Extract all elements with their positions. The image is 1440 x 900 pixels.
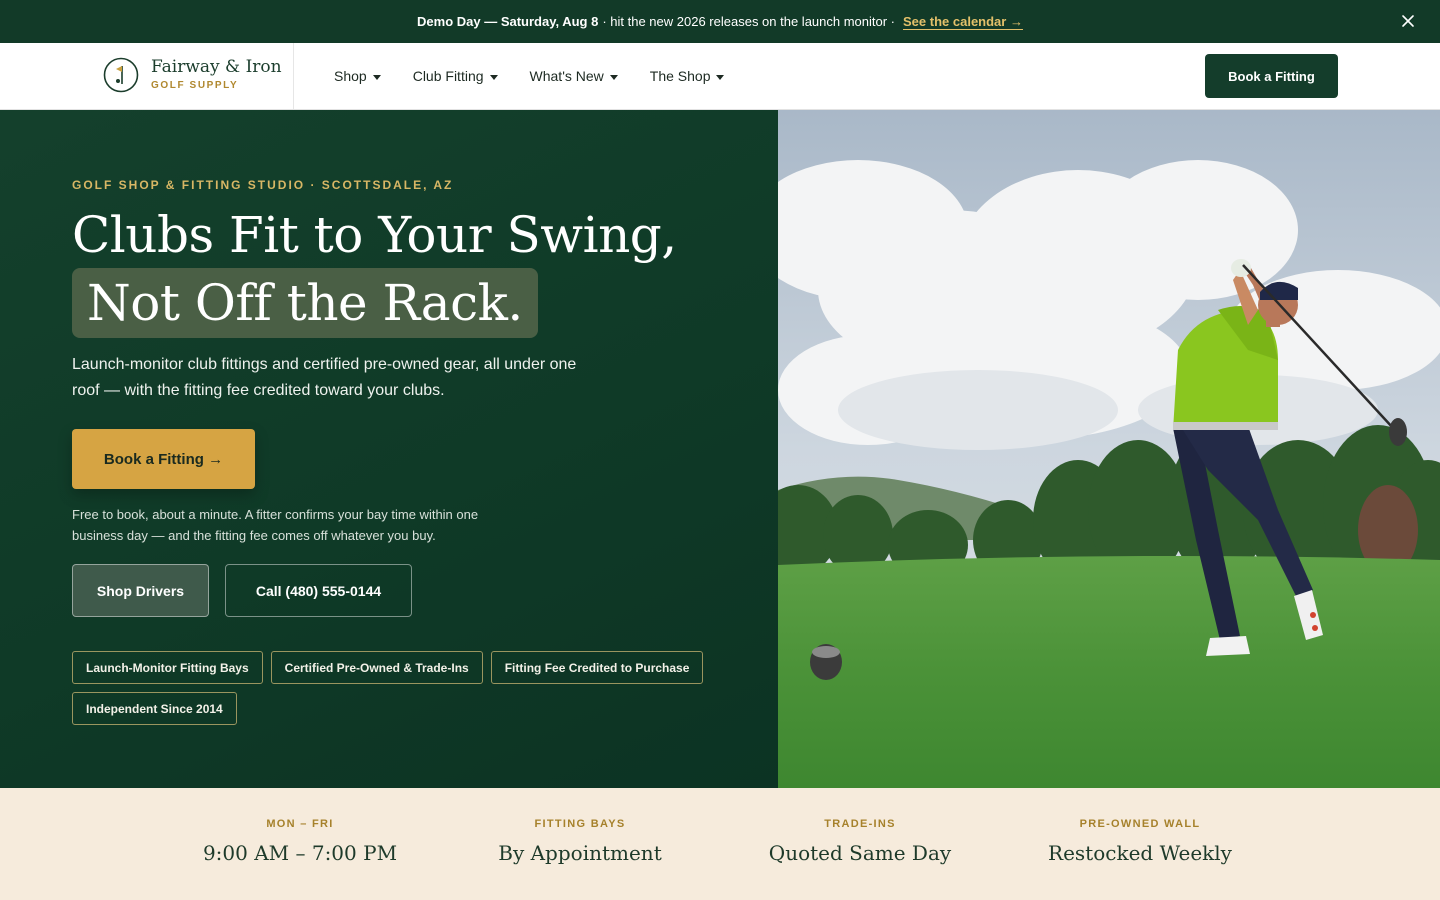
hero-fine-print: Free to book, about a minute. A fitter c…	[72, 507, 479, 543]
stat-fitting-bays: FITTING BAYS By Appointment	[440, 788, 720, 900]
stat-trade-ins: TRADE-INS Quoted Same Day	[720, 788, 1000, 900]
stat-value: 9:00 AM – 7:00 PM	[202, 841, 398, 865]
site-header: Fairway & Iron GOLF SUPPLY Shop Club Fit…	[0, 43, 1440, 110]
announcement-highlight: Demo Day — Saturday, Aug 8	[417, 14, 599, 29]
feature-chips: Launch-Monitor Fitting Bays Certified Pr…	[72, 651, 712, 725]
store-info-strip: MON – FRI 9:00 AM – 7:00 PM FITTING BAYS…	[0, 788, 1440, 900]
chevron-down-icon	[489, 74, 498, 80]
header-book-fitting-button[interactable]: Book a Fitting	[1205, 54, 1338, 98]
hero-title-highlight: Not Off the Rack.	[72, 268, 538, 338]
announcement-text: · hit the new 2026 releases on the launc…	[602, 14, 896, 29]
chevron-down-icon	[372, 74, 381, 80]
stat-label: PRE-OWNED WALL	[1079, 818, 1201, 830]
chevron-down-icon	[609, 74, 618, 80]
hero-lead: Launch-monitor club fittings and certifi…	[72, 356, 577, 399]
brand-logo-link[interactable]: Fairway & Iron GOLF SUPPLY	[0, 43, 294, 109]
hero-section: GOLF SHOP & FITTING STUDIO · SCOTTSDALE,…	[0, 110, 778, 788]
stat-label: FITTING BAYS	[534, 818, 626, 830]
feature-chip: Fitting Fee Credited to Purchase	[490, 651, 704, 684]
close-icon[interactable]	[1398, 11, 1418, 31]
main-nav: Shop Club Fitting What's New The Shop	[334, 43, 725, 109]
stat-label: MON – FRI	[266, 818, 334, 830]
golfer-swing-illustration	[778, 110, 1440, 788]
nav-item-the-shop[interactable]: The Shop	[650, 68, 725, 84]
nav-item-shop[interactable]: Shop	[334, 68, 381, 84]
golf-flag-logo-icon	[103, 57, 139, 93]
nav-item-label: The Shop	[649, 68, 711, 84]
shop-drivers-button[interactable]: Shop Drivers	[72, 564, 209, 617]
stat-value: Quoted Same Day	[768, 841, 952, 865]
hero-eyebrow: GOLF SHOP & FITTING STUDIO · SCOTTSDALE,…	[72, 178, 454, 192]
feature-chip: Launch-Monitor Fitting Bays	[72, 651, 263, 684]
nav-item-label: Shop	[334, 68, 367, 84]
see-calendar-link[interactable]: See the calendar →	[903, 14, 1023, 29]
stat-value: By Appointment	[498, 841, 662, 865]
brand-name: Fairway & Iron	[151, 57, 282, 77]
feature-chip: Certified Pre-Owned & Trade-Ins	[270, 651, 483, 684]
brand-subtitle: GOLF SUPPLY	[151, 80, 239, 91]
stat-pre-owned-wall: PRE-OWNED WALL Restocked Weekly	[1000, 788, 1280, 900]
nav-item-club-fitting[interactable]: Club Fitting	[413, 68, 498, 84]
hero-title-line-1: Clubs Fit to Your Swing,	[72, 206, 677, 264]
stat-value: Restocked Weekly	[1048, 841, 1232, 865]
stat-label: TRADE-INS	[824, 818, 896, 830]
stat-hours: MON – FRI 9:00 AM – 7:00 PM	[160, 788, 440, 900]
hero-book-fitting-button[interactable]: Book a Fitting →	[72, 429, 255, 489]
feature-chip: Independent Since 2014	[72, 692, 237, 725]
chevron-down-icon	[716, 74, 725, 80]
nav-item-label: Club Fitting	[412, 68, 484, 84]
nav-item-whats-new[interactable]: What's New	[530, 68, 618, 84]
nav-item-label: What's New	[529, 68, 604, 84]
hero-golfer-photo	[778, 110, 1440, 788]
call-phone-button[interactable]: Call (480) 555-0144	[225, 564, 412, 617]
hero-title-line-2: Not Off the Rack.	[87, 274, 523, 332]
announcement-bar: Demo Day — Saturday, Aug 8 · hit the new…	[0, 0, 1440, 43]
